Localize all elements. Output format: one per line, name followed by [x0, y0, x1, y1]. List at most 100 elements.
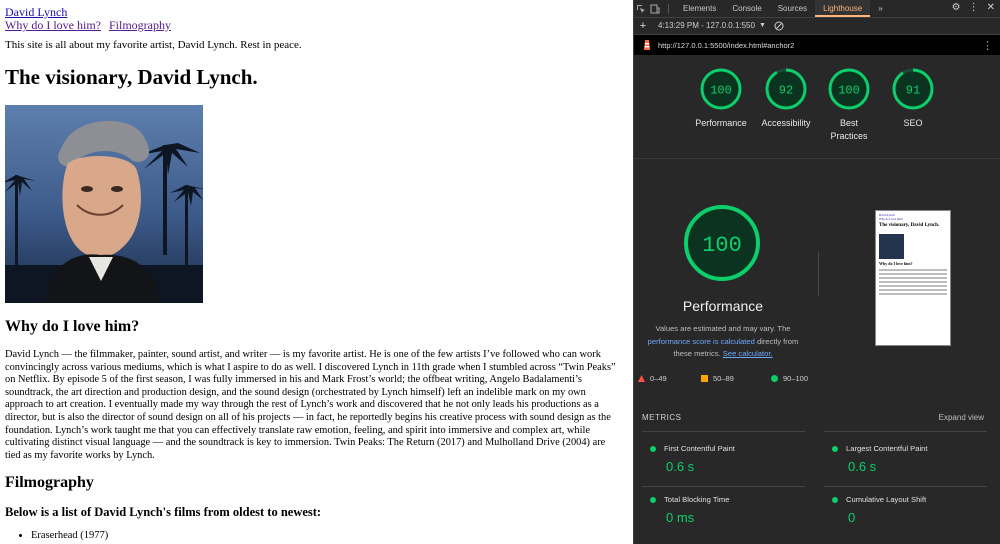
lighthouse-toolbar: + 4:13:29 PM - 127.0.0.1:550 ▼	[634, 17, 1000, 35]
legend-fail-label: 0–49	[650, 374, 667, 383]
clear-reports-icon[interactable]	[774, 21, 784, 31]
report-url[interactable]: http://127.0.0.1:5500/index.html#anchor2	[658, 41, 794, 50]
metric-lcp-name: Largest Contentful Paint	[846, 444, 928, 453]
why-heading: Why do I love him?	[5, 318, 140, 335]
metric-fcp: First Contentful Paint 0.6 s	[642, 444, 802, 474]
divider	[642, 431, 805, 432]
gauge-accessibility-value: 92	[779, 84, 793, 98]
divider	[824, 431, 987, 432]
gauge-seo[interactable]: 91 SEO	[884, 67, 942, 130]
settings-gear-icon[interactable]: ⚙	[952, 2, 961, 13]
main-score-label: Performance	[682, 298, 764, 314]
dropdown-caret-icon[interactable]: ▼	[759, 22, 766, 29]
gauge-performance-value: 100	[710, 84, 732, 98]
thumb-heading: Why do I love him?	[879, 261, 913, 266]
thumb-line	[879, 277, 947, 279]
thumb-line	[879, 285, 947, 287]
gauge-performance-label: Performance	[695, 118, 747, 128]
average-square-icon	[701, 375, 708, 382]
thumb-line	[879, 281, 947, 283]
score-calc-link[interactable]: performance score is calculated	[648, 337, 755, 346]
see-calculator-link[interactable]: See calculator.	[723, 349, 773, 358]
devtools-panel: Elements Console Sources Lighthouse » ⚙ …	[633, 0, 1000, 544]
tab-lighthouse[interactable]: Lighthouse	[815, 0, 871, 17]
nav-link-why[interactable]: Why do I love him?	[5, 18, 101, 32]
device-toolbar-icon[interactable]	[648, 3, 662, 15]
metric-lcp-value: 0.6 s	[848, 459, 877, 474]
film-list-item: Eraserhead (1977)	[31, 530, 108, 541]
gauge-accessibility[interactable]: 92 Accessibility	[757, 67, 815, 130]
filmography-heading: Filmography	[5, 474, 94, 491]
legend-fail: 0–49	[638, 374, 667, 383]
david-lynch-portrait	[5, 105, 203, 303]
tab-console[interactable]: Console	[724, 0, 769, 17]
pass-circle-icon	[771, 375, 778, 382]
thumb-line	[879, 293, 947, 295]
web-page: David Lynch Why do I love him? Filmograp…	[0, 0, 633, 544]
metric-cls-value: 0	[848, 510, 856, 525]
gauge-best-practices-label: Best Practices	[830, 118, 868, 141]
thumb-line	[879, 269, 947, 271]
toolbar-divider	[668, 3, 669, 14]
thumb-nav: David Lynch Why do I love him?	[879, 213, 903, 221]
tab-elements[interactable]: Elements	[675, 0, 724, 17]
metric-cls-name: Cumulative Layout Shift	[846, 495, 927, 504]
inspect-element-icon[interactable]	[634, 3, 648, 15]
pass-dot-icon	[650, 496, 656, 503]
pass-dot-icon	[832, 445, 838, 452]
bio-paragraph: David Lynch — the filmmaker, painter, so…	[5, 349, 616, 461]
thumb-line	[879, 273, 947, 275]
metric-fcp-name: First Contentful Paint	[664, 444, 735, 453]
report-url-bar: http://127.0.0.1:5500/index.html#anchor2…	[634, 35, 1000, 55]
performance-main-gauge: 100	[682, 203, 762, 283]
metric-tbt-name: Total Blocking Time	[664, 495, 730, 504]
lighthouse-logo-icon	[642, 39, 652, 51]
intro-text: This site is all about my favorite artis…	[5, 39, 302, 51]
page-title: The visionary, David Lynch.	[5, 65, 258, 89]
divider	[824, 486, 987, 487]
tab-sources[interactable]: Sources	[770, 0, 815, 17]
metrics-heading: METRICS	[642, 413, 682, 422]
film-list: Eraserhead (1977)	[5, 530, 108, 541]
close-icon[interactable]: ✕	[987, 2, 995, 13]
legend-average: 50–89	[701, 374, 734, 383]
devtools-tabbar: Elements Console Sources Lighthouse » ⚙ …	[634, 0, 1000, 18]
score-gauges: 100 Performance 92 Accessibility 100 Bes…	[634, 55, 1000, 159]
divider	[642, 486, 805, 487]
legend-pass-label: 90–100	[783, 374, 809, 383]
new-report-plus-icon[interactable]: +	[634, 20, 652, 32]
gauge-seo-label: SEO	[903, 118, 923, 128]
gauge-best-practices[interactable]: 100 Best Practices	[820, 67, 878, 143]
metric-tbt: Total Blocking Time 0 ms	[642, 495, 802, 525]
report-selector[interactable]: 4:13:29 PM - 127.0.0.1:550	[658, 21, 755, 30]
more-tabs-button[interactable]: »	[870, 0, 890, 17]
page-screenshot-thumbnail[interactable]: David Lynch Why do I love him? The vision…	[875, 210, 951, 346]
gauge-best-practices-value: 100	[838, 84, 860, 98]
filmography-subheading: Below is a list of David Lynch's films f…	[5, 505, 322, 519]
metric-lcp: Largest Contentful Paint 0.6 s	[824, 444, 984, 474]
gauge-seo-value: 91	[906, 84, 920, 98]
score-note: Values are estimated and may vary. The p…	[634, 323, 812, 361]
kebab-menu-icon[interactable]: ⋮	[969, 2, 979, 13]
legend-average-label: 50–89	[713, 374, 734, 383]
metric-cls: Cumulative Layout Shift 0	[824, 495, 984, 525]
note-text-2: directly from	[756, 336, 799, 346]
metric-fcp-value: 0.6 s	[666, 459, 695, 474]
metric-tbt-value: 0 ms	[666, 510, 695, 525]
legend-pass: 90–100	[771, 374, 808, 383]
thumb-image	[879, 234, 904, 259]
pass-dot-icon	[832, 496, 838, 503]
note-text-1: Values are estimated and may vary. The	[655, 324, 791, 333]
gauge-accessibility-label: Accessibility	[761, 118, 811, 128]
thumb-title: The visionary, David Lynch.	[879, 223, 940, 228]
nav-link-filmography[interactable]: Filmography	[109, 18, 171, 32]
fail-triangle-icon	[638, 375, 645, 382]
divider	[818, 252, 819, 296]
report-menu-icon[interactable]: ⋮	[982, 39, 993, 52]
note-text-3: these metrics.	[673, 349, 721, 358]
expand-view-button[interactable]: Expand view	[939, 413, 984, 422]
main-score-value: 100	[702, 233, 742, 258]
gauge-performance[interactable]: 100 Performance	[692, 67, 750, 130]
pass-dot-icon	[650, 445, 656, 452]
thumb-line	[879, 289, 947, 291]
